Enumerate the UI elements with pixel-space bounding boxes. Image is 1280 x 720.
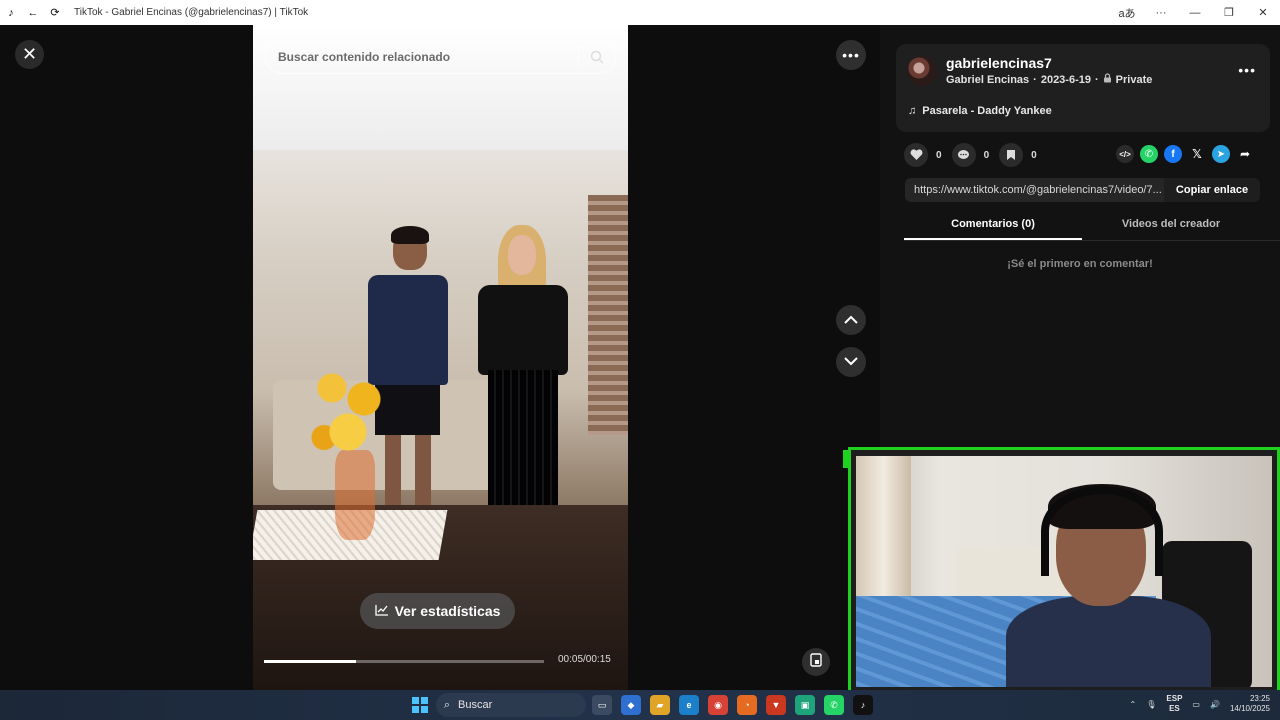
- clock-time: 23:25: [1249, 694, 1270, 703]
- x-icon[interactable]: 𝕏: [1188, 145, 1206, 163]
- more-menu-button[interactable]: ···: [1144, 7, 1178, 19]
- view-stats-label: Ver estadísticas: [394, 603, 501, 619]
- post-meta: Gabriel Encinas · 2023-6-19 · Private: [946, 73, 1152, 86]
- copilot-icon[interactable]: ◆: [621, 695, 641, 715]
- brave-icon[interactable]: ▼: [766, 695, 786, 715]
- close-window-button[interactable]: ✕: [1246, 6, 1280, 19]
- firefox-icon[interactable]: ◔: [737, 695, 757, 715]
- like-action[interactable]: 0: [904, 143, 942, 167]
- post-more-button[interactable]: •••: [1238, 62, 1256, 78]
- microphone-icon[interactable]: 🎙: [1146, 700, 1156, 709]
- floating-player-icon: [810, 652, 822, 672]
- post-info-card: gabrielencinas7 Gabriel Encinas · 2023-6…: [896, 44, 1270, 132]
- whatsapp-taskbar-icon[interactable]: ✆: [824, 695, 844, 715]
- comment-action[interactable]: 0: [951, 143, 990, 167]
- post-date: 2023-6-19: [1040, 73, 1091, 86]
- comment-bubble-icon: [951, 143, 976, 167]
- related-search-input[interactable]: [266, 50, 578, 64]
- windows-start-icon[interactable]: [412, 697, 428, 713]
- clock-date: 14/10/2025: [1229, 704, 1270, 713]
- video-link-row: https://www.tiktok.com/@gabrielencinas7/…: [905, 178, 1260, 202]
- view-stats-button[interactable]: Ver estadísticas: [360, 593, 515, 629]
- keyboard-code: ES: [1169, 704, 1180, 713]
- music-note-icon: ♫: [908, 105, 917, 117]
- viewer-more-button[interactable]: •••: [836, 40, 866, 70]
- heart-icon: [904, 143, 928, 167]
- engagement-actions: 0 0 0: [904, 143, 1037, 167]
- telegram-icon[interactable]: ➤: [1212, 145, 1230, 163]
- read-aloud-button[interactable]: aあ: [1110, 5, 1144, 21]
- language-code: ESP: [1166, 694, 1183, 703]
- video-progress-fill: [264, 660, 357, 663]
- save-count: 0: [1031, 149, 1037, 161]
- username[interactable]: gabrielencinas7: [946, 55, 1052, 71]
- tab-creator-videos[interactable]: Videos del creador: [1082, 213, 1260, 240]
- share-buttons: </> ✆ f 𝕏 ➤ ➦: [1116, 145, 1254, 163]
- comments-empty-message: ¡Sé el primero en comentar!: [1007, 258, 1153, 270]
- window-title: TikTok - Gabriel Encinas (@gabrielencina…: [74, 7, 309, 18]
- chart-line-icon: [374, 603, 389, 619]
- taskbar-apps: ▭ ◆ ▰ e ◉ ◔ ▼ ▣ ✆ ♪: [592, 695, 873, 715]
- tiktok-logo-icon: ♪: [8, 6, 14, 19]
- search-icon: ⌕: [443, 698, 451, 711]
- reload-icon[interactable]: ⟳: [44, 0, 66, 25]
- picture-in-picture-button[interactable]: [802, 648, 830, 676]
- taskbar-clock[interactable]: 23:25 14/10/2025: [1230, 694, 1270, 714]
- video-player[interactable]: Ver estadísticas 00:05/00:15: [253, 25, 628, 690]
- tab-comments[interactable]: Comentarios (0): [904, 213, 1082, 240]
- embed-icon[interactable]: </>: [1116, 145, 1134, 163]
- webcam-feed: [856, 456, 1272, 687]
- task-view-icon[interactable]: ▭: [592, 695, 612, 715]
- file-explorer-icon[interactable]: ▰: [650, 695, 670, 715]
- music-link[interactable]: ♫ Pasarela - Daddy Yankee: [908, 105, 1052, 117]
- panel-tabs: Comentarios (0) Videos del creador: [904, 213, 1280, 241]
- webcam-frame-marker: [843, 450, 851, 468]
- search-icon[interactable]: [579, 50, 615, 64]
- video-frame-flowers: [308, 355, 388, 465]
- language-indicator[interactable]: ESP ES: [1166, 694, 1182, 714]
- copy-link-button[interactable]: Copiar enlace: [1164, 178, 1260, 202]
- app-icon[interactable]: ▣: [795, 695, 815, 715]
- avatar[interactable]: [907, 56, 937, 86]
- meta-separator: ·: [1033, 73, 1037, 86]
- related-search-bar[interactable]: [265, 40, 616, 74]
- previous-video-button[interactable]: [836, 305, 866, 335]
- maximize-button[interactable]: ❐: [1212, 6, 1246, 19]
- chevron-up-icon: [844, 311, 858, 329]
- chevron-down-icon: [844, 353, 858, 371]
- taskbar-search-label: Buscar: [458, 699, 493, 711]
- meta-separator: ·: [1094, 73, 1099, 86]
- chrome-icon[interactable]: ◉: [708, 695, 728, 715]
- save-action[interactable]: 0: [999, 143, 1037, 167]
- share-arrow-icon[interactable]: ➦: [1236, 145, 1254, 163]
- volume-icon[interactable]: 🔊: [1210, 700, 1220, 709]
- webcam-overlay: [843, 447, 1280, 695]
- lock-icon: [1103, 73, 1112, 86]
- video-timecode: 00:05/00:15: [558, 654, 611, 665]
- display-name: Gabriel Encinas: [946, 73, 1030, 86]
- close-viewer-button[interactable]: ✕: [15, 40, 44, 69]
- music-title: Pasarela - Daddy Yankee: [922, 105, 1052, 117]
- browser-titlebar: ♪ ← ⟳ TikTok - Gabriel Encinas (@gabriel…: [0, 0, 1280, 25]
- system-tray: ⌃ 🎙 ESP ES ▭ 🔊 23:25 14/10/2025: [1130, 694, 1270, 714]
- minimize-button[interactable]: —: [1178, 7, 1212, 19]
- chevron-up-icon[interactable]: ⌃: [1130, 700, 1137, 709]
- next-video-button[interactable]: [836, 347, 866, 377]
- windows-taskbar: ⌕ Buscar ▭ ◆ ▰ e ◉ ◔ ▼ ▣ ✆ ♪ ⌃ 🎙 ESP ES …: [0, 690, 1280, 720]
- edge-icon[interactable]: e: [679, 695, 699, 715]
- video-url-field[interactable]: https://www.tiktok.com/@gabrielencinas7/…: [905, 184, 1164, 196]
- video-progress-bar[interactable]: [264, 660, 544, 663]
- privacy-status: Private: [1115, 73, 1153, 86]
- like-count: 0: [936, 149, 942, 161]
- comment-count: 0: [983, 149, 990, 161]
- taskbar-search[interactable]: ⌕ Buscar: [436, 693, 586, 717]
- tiktok-taskbar-icon[interactable]: ♪: [853, 695, 873, 715]
- facebook-icon[interactable]: f: [1164, 145, 1182, 163]
- bookmark-icon: [999, 143, 1024, 167]
- network-icon[interactable]: ▭: [1192, 700, 1200, 709]
- whatsapp-icon[interactable]: ✆: [1140, 145, 1158, 163]
- back-arrow-icon[interactable]: ←: [22, 0, 44, 25]
